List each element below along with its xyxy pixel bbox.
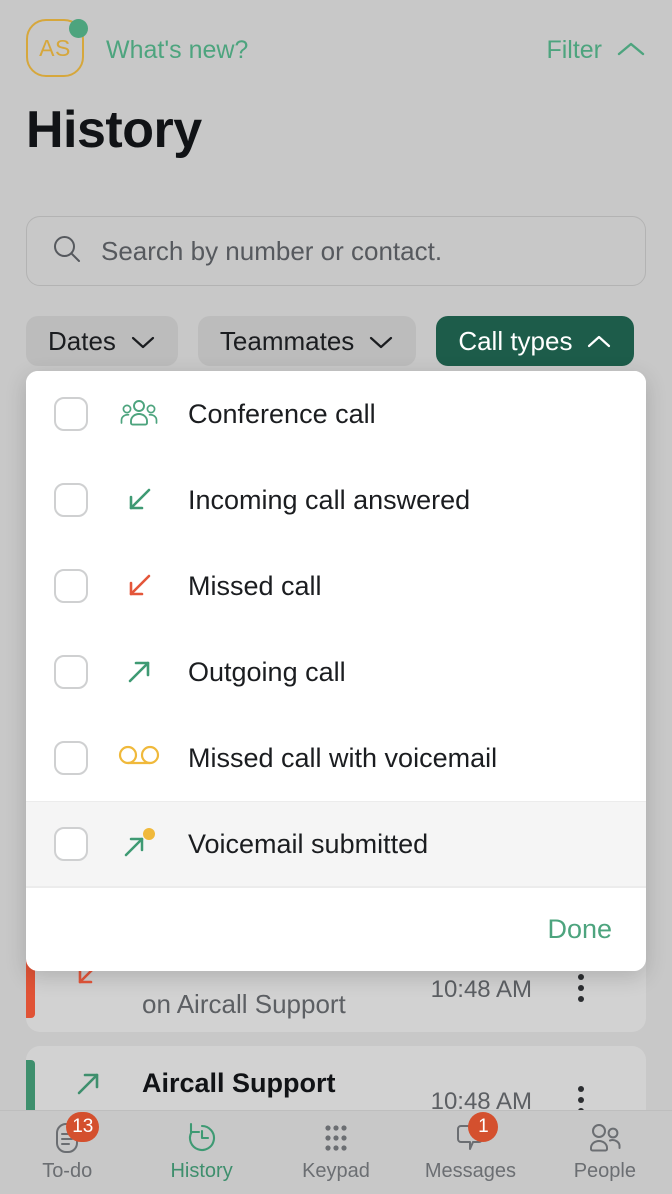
nav-item-keypad[interactable]: Keypad [269,1111,403,1183]
chevron-down-icon [368,326,394,357]
chevron-up-icon [616,36,646,65]
dropdown-footer: Done [26,887,646,971]
conference-call-icon [116,398,162,430]
todo-badge: 13 [66,1112,100,1142]
option-missed-call-with-voicemail[interactable]: Missed call with voicemail [26,715,646,801]
history-item-time: 10:48 AM [430,976,532,1003]
nav-label-todo: To-do [42,1160,93,1182]
missed-call-icon [116,568,162,604]
voicemail-icon [116,745,162,771]
nav-item-people[interactable]: People [538,1111,672,1183]
search-icon [51,233,83,270]
option-conference-call[interactable]: Conference call [26,371,646,457]
call-types-dropdown: Conference call Incoming call answered M… [26,371,646,971]
outgoing-call-icon [116,654,162,690]
nav-label-people: People [573,1160,636,1182]
outgoing-call-icon [70,1066,106,1107]
bottom-navigation: 13 To-do History Keypad 1 Messages Peopl… [0,1110,672,1194]
people-icon [585,1120,625,1156]
nav-label-keypad: Keypad [302,1160,370,1182]
avatar[interactable]: AS [26,19,88,81]
history-icon [185,1120,219,1156]
chip-dates-label: Dates [48,325,116,356]
nav-label-history: History [170,1160,233,1182]
nav-label-messages: Messages [424,1160,516,1182]
chip-teammates[interactable]: Teammates [197,316,417,366]
filter-label: Filter [546,35,602,64]
checkbox-conference-call[interactable] [54,397,88,431]
checkbox-missed-call[interactable] [54,569,88,603]
chip-dates[interactable]: Dates [26,316,178,366]
history-item-title: Aircall Support [142,1068,336,1098]
message-icon: 1 [452,1112,499,1156]
option-label: Missed call [188,570,322,601]
option-label: Voicemail submitted [188,828,429,859]
checkbox-outgoing-call[interactable] [54,655,88,689]
chip-teammates-label: Teammates [219,325,355,356]
nav-item-history[interactable]: History [134,1111,268,1183]
option-label: Outgoing call [188,656,346,687]
history-item-subtitle: on Aircall Support [142,989,346,1019]
checkbox-voicemail-submitted[interactable] [54,827,88,861]
filter-button[interactable]: Filter [546,36,646,65]
search-placeholder: Search by number or contact. [101,235,443,266]
app-root: AS What's new? Filter History Search by … [0,0,672,1194]
messages-badge: 1 [468,1112,499,1142]
checkbox-incoming-call-answered[interactable] [54,483,88,517]
todo-icon: 13 [50,1112,100,1156]
app-header: AS What's new? Filter [0,0,672,100]
nav-item-messages[interactable]: 1 Messages [403,1111,537,1183]
chevron-up-icon [586,326,612,357]
checkbox-missed-call-with-voicemail[interactable] [54,741,88,775]
incoming-call-icon [116,482,162,518]
kebab-menu-icon[interactable] [578,974,584,1002]
chip-call-types[interactable]: Call types [436,316,635,366]
option-incoming-call-answered[interactable]: Incoming call answered [26,457,646,543]
option-missed-call[interactable]: Missed call [26,543,646,629]
presence-dot-icon [69,19,88,38]
done-button[interactable]: Done [547,914,612,945]
search-input[interactable]: Search by number or contact. [26,216,646,286]
nav-item-todo[interactable]: 13 To-do [0,1111,134,1183]
whats-new-link[interactable]: What's new? [106,36,248,65]
option-voicemail-submitted[interactable]: Voicemail submitted [26,801,646,887]
page-title: History [26,101,202,159]
chip-call-types-label: Call types [458,325,573,356]
option-label: Conference call [188,398,376,429]
filter-chips: Dates Teammates Call types [26,316,635,366]
option-label: Incoming call answered [188,484,471,515]
voicemail-submitted-icon [116,825,162,863]
option-outgoing-call[interactable]: Outgoing call [26,629,646,715]
chevron-down-icon [130,326,156,357]
option-label: Missed call with voicemail [188,742,498,773]
keypad-icon [319,1120,353,1156]
